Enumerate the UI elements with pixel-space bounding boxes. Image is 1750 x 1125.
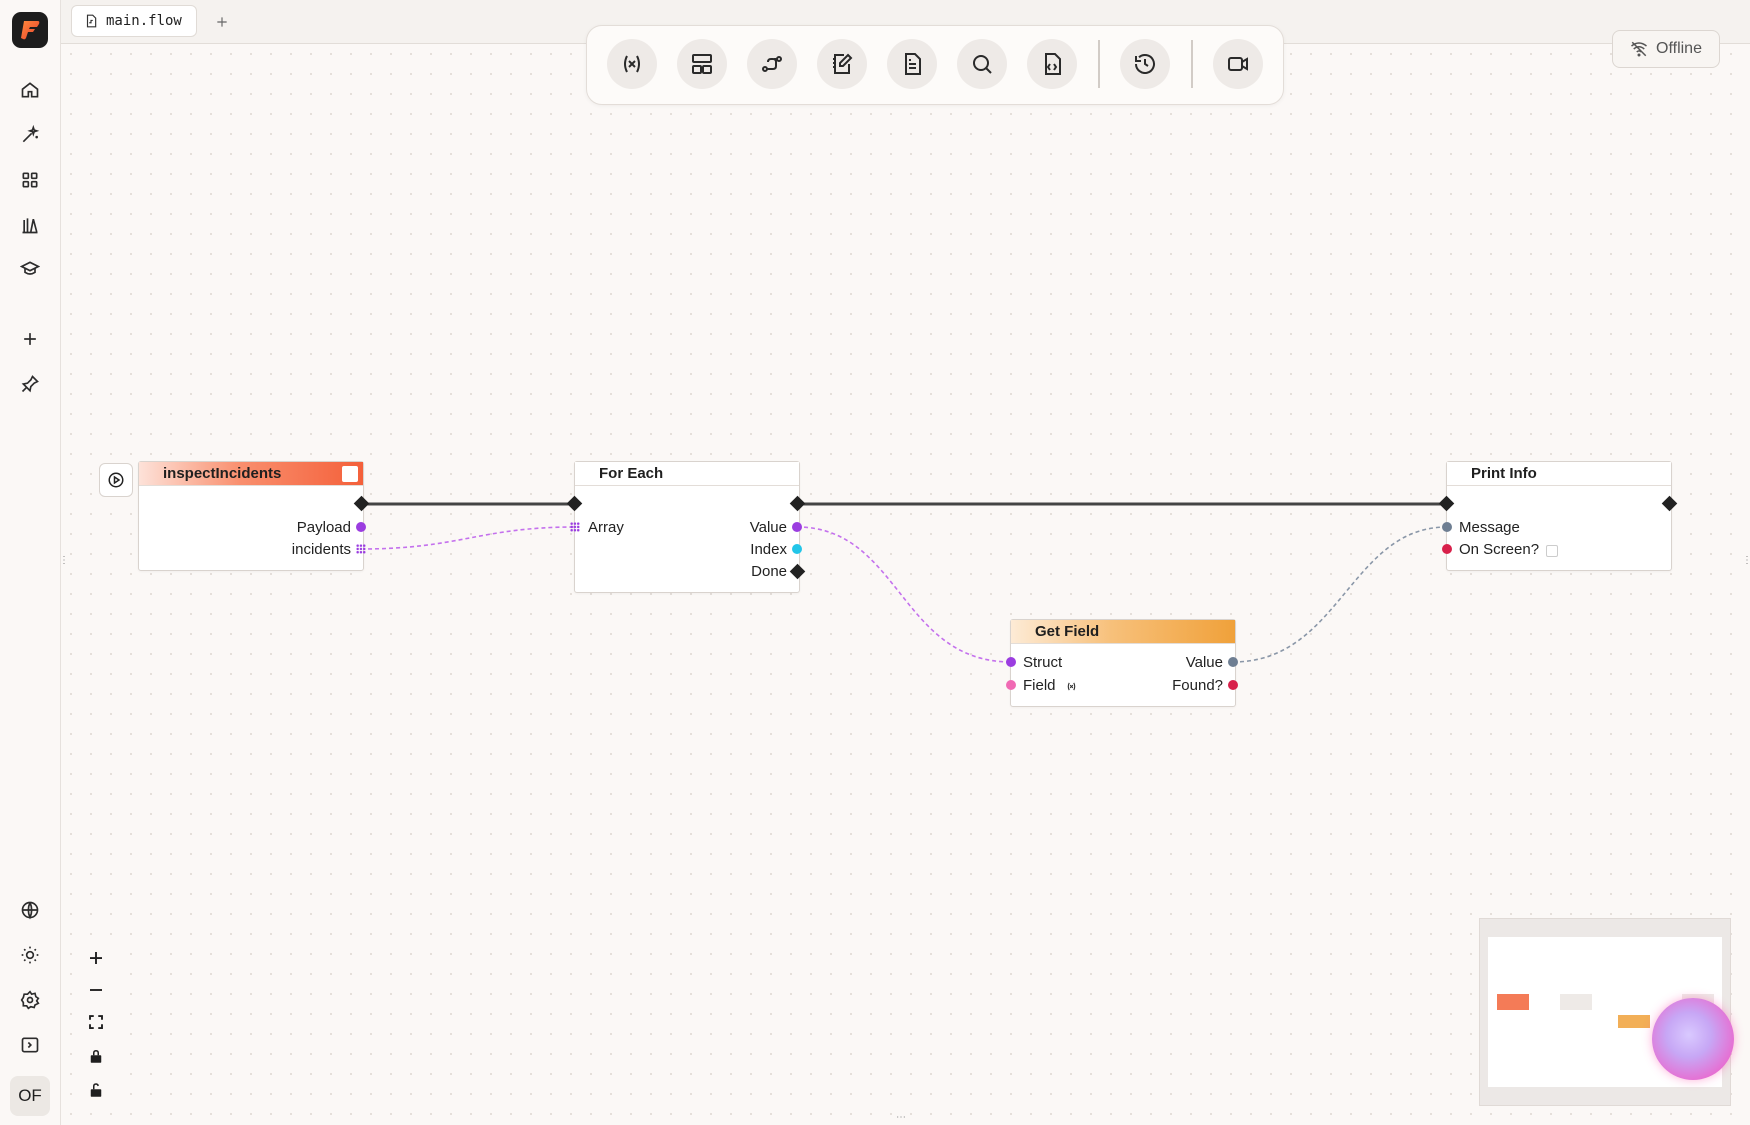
tool-layout[interactable]	[677, 39, 727, 89]
pin-array[interactable]	[570, 522, 580, 532]
pin-payload[interactable]	[356, 522, 366, 532]
pin-label-found: Found?	[1172, 677, 1223, 694]
pin-label-value: Value	[1185, 654, 1223, 671]
pin-label-array: Array	[588, 519, 624, 536]
zoom-in-button[interactable]	[79, 942, 113, 974]
pin-label-incidents: incidents	[291, 541, 351, 558]
zoom-out-button[interactable]	[79, 974, 113, 1006]
node-header: Get Field	[1011, 620, 1235, 644]
pin-found[interactable]	[1228, 680, 1238, 690]
pin-label-done: Done	[751, 563, 787, 580]
maximize-icon	[89, 1015, 103, 1029]
tool-search[interactable]	[957, 39, 1007, 89]
variable-icon	[624, 55, 640, 73]
run-button[interactable]	[99, 463, 133, 497]
pin-label-message: Message	[1459, 519, 1520, 536]
pin-struct[interactable]	[1006, 657, 1016, 667]
tool-variables[interactable]	[607, 39, 657, 89]
pin-value[interactable]	[1228, 657, 1238, 667]
notebook-pen-icon	[833, 53, 853, 74]
pin-field[interactable]	[1006, 680, 1016, 690]
toolbar-divider	[1191, 40, 1193, 88]
pin-value[interactable]	[792, 522, 802, 532]
unlock-button[interactable]	[79, 1074, 113, 1106]
assistant-orb-button[interactable]	[1652, 998, 1734, 1080]
node-get-field[interactable]: Get Field Struct Field Value Found?	[1010, 619, 1236, 707]
node-inspect-incidents[interactable]: inspectIncidents Payload incidents	[138, 461, 364, 571]
minimap-node	[1618, 1015, 1650, 1028]
lock-icon	[90, 1050, 102, 1063]
video-icon	[1228, 57, 1248, 71]
pin-label-value: Value	[749, 519, 787, 536]
toolbar-divider	[1098, 40, 1100, 88]
play-circle-icon	[108, 472, 124, 488]
node-print-info[interactable]: Print Info Message On Screen?	[1446, 461, 1672, 571]
node-title: Print Info	[1471, 465, 1537, 482]
tool-record[interactable]	[1213, 39, 1263, 89]
search-icon	[973, 55, 992, 74]
left-panel-resize-handle[interactable]: ⋮	[59, 555, 69, 569]
status-badge[interactable]: Offline	[1612, 30, 1720, 68]
pin-index[interactable]	[792, 544, 802, 554]
layout-icon	[692, 54, 712, 74]
pin-on-screen[interactable]	[1442, 544, 1452, 554]
pin-label-payload: Payload	[296, 519, 351, 536]
wifi-off-icon	[1631, 41, 1647, 57]
variable-icon[interactable]	[1066, 681, 1077, 692]
node-header: inspectIncidents	[139, 462, 363, 486]
tool-document[interactable]	[887, 39, 937, 89]
pin-incidents[interactable]	[356, 544, 366, 554]
file-code-icon	[1045, 53, 1061, 75]
canvas-controls	[79, 942, 113, 1108]
right-panel-resize-handle[interactable]: ⋮	[1742, 555, 1750, 569]
pin-label-field: Field	[1023, 677, 1056, 694]
route-icon	[762, 56, 782, 72]
minus-icon	[90, 989, 102, 991]
bottom-panel-resize-handle[interactable]: ⋯	[896, 1112, 910, 1123]
toolbar	[586, 25, 1284, 105]
status-label: Offline	[1656, 40, 1702, 57]
node-header: Print Info	[1447, 462, 1671, 486]
pin-message[interactable]	[1442, 522, 1452, 532]
unlock-icon	[90, 1083, 102, 1097]
node-toggle-checkbox[interactable]	[342, 466, 358, 482]
pin-label-index: Index	[750, 541, 787, 558]
minimap-node	[1497, 994, 1529, 1010]
history-icon	[1135, 54, 1155, 74]
node-title: inspectIncidents	[163, 465, 282, 482]
pin-label-struct: Struct	[1023, 654, 1063, 671]
node-title: Get Field	[1035, 623, 1100, 640]
pin-label-on-screen: On Screen?	[1459, 541, 1540, 558]
minimap-node	[1560, 994, 1592, 1010]
fit-view-button[interactable]	[79, 1006, 113, 1038]
tool-history[interactable]	[1120, 39, 1170, 89]
node-for-each[interactable]: For Each Array Value Index Done	[574, 461, 800, 593]
tool-notes[interactable]	[817, 39, 867, 89]
plus-icon	[90, 952, 102, 964]
data-wire-value-message	[1232, 526, 1448, 663]
data-wire-value-struct	[796, 526, 1012, 663]
tool-connections[interactable]	[747, 39, 797, 89]
tool-code[interactable]	[1027, 39, 1077, 89]
file-text-icon	[905, 53, 921, 75]
node-header: For Each	[575, 462, 799, 486]
on-screen-checkbox[interactable]	[1546, 545, 1558, 557]
node-title: For Each	[599, 465, 664, 482]
lock-button[interactable]	[79, 1040, 113, 1072]
data-wire-incidents-array	[360, 526, 576, 550]
